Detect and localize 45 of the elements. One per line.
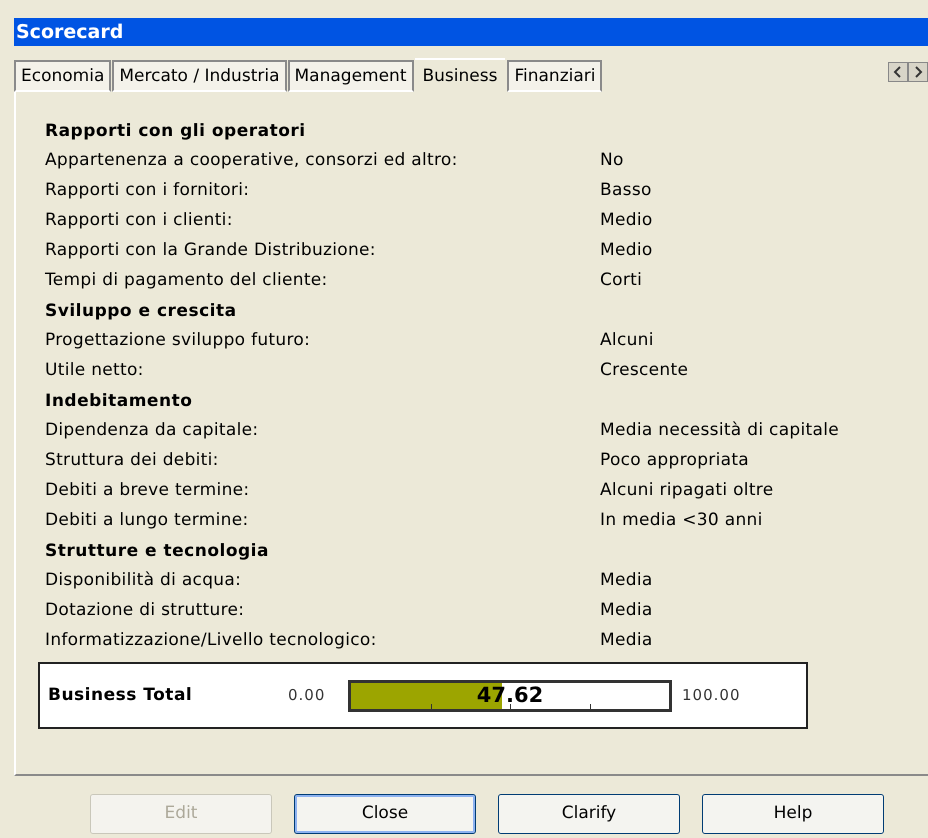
field-value: No [600, 149, 624, 172]
scroll-right-icon[interactable] [908, 62, 928, 82]
field-label: Debiti a breve termine: [45, 479, 250, 502]
tab[interactable]: Mercato / Industria [112, 60, 286, 92]
field-value: Media [600, 599, 653, 622]
field-value: Media [600, 629, 653, 652]
section-heading: Rapporti con gli operatori [45, 120, 307, 143]
field-value: Crescente [600, 359, 688, 382]
field-label: Appartenenza a cooperative, consorzi ed altro: [45, 149, 459, 172]
field-label: Disponibilità di acqua: [45, 569, 242, 592]
min-value: 0.00 [288, 685, 326, 706]
max-value: 100.00 [682, 685, 740, 706]
field-value: Alcuni ripagati oltre [600, 479, 774, 502]
field-label: Progettazione sviluppo futuro: [45, 329, 312, 352]
field-label: Rapporti con i fornitori: [45, 179, 250, 202]
field-value: Corti [600, 269, 642, 292]
tab[interactable]: Finanziari [507, 60, 602, 92]
field-value: Media [600, 569, 653, 592]
tab[interactable]: Economia [14, 60, 112, 92]
field-value: Media necessità di capitale [600, 419, 839, 442]
field-label: Rapporti con la Grande Distribuzione: [45, 239, 377, 262]
dialog-button[interactable]: Close [294, 794, 476, 834]
field-value: Medio [600, 209, 653, 232]
field-value: In media <30 anni [600, 509, 763, 532]
field-label: Debiti a lungo termine: [45, 509, 250, 532]
section-heading: Indebitamento [45, 390, 194, 413]
section-heading: Strutture e tecnologia [45, 540, 270, 563]
tab[interactable]: Management [288, 60, 414, 92]
dialog-button[interactable]: Help [702, 794, 884, 834]
field-label: Rapporti con i clienti: [45, 209, 234, 232]
dialog-button[interactable]: Clarify [498, 794, 680, 834]
field-label: Dotazione di strutture: [45, 599, 246, 622]
window-title: Scorecard [16, 22, 124, 42]
field-value: Basso [600, 179, 652, 202]
field-label: Informatizzazione/Livello tecnologico: [45, 629, 378, 652]
scroll-left-icon[interactable] [888, 62, 908, 82]
section-heading: Sviluppo e crescita [45, 300, 238, 323]
field-label: Dipendenza da capitale: [45, 419, 260, 442]
field-value: Medio [600, 239, 653, 262]
field-label: Utile netto: [45, 359, 145, 382]
total-label: Business Total [48, 684, 194, 707]
field-label: Tempi di pagamento del cliente: [45, 269, 329, 292]
field-label: Struttura dei debiti: [45, 449, 220, 472]
field-value: Poco appropriata [600, 449, 750, 472]
field-value: Alcuni [600, 329, 654, 352]
